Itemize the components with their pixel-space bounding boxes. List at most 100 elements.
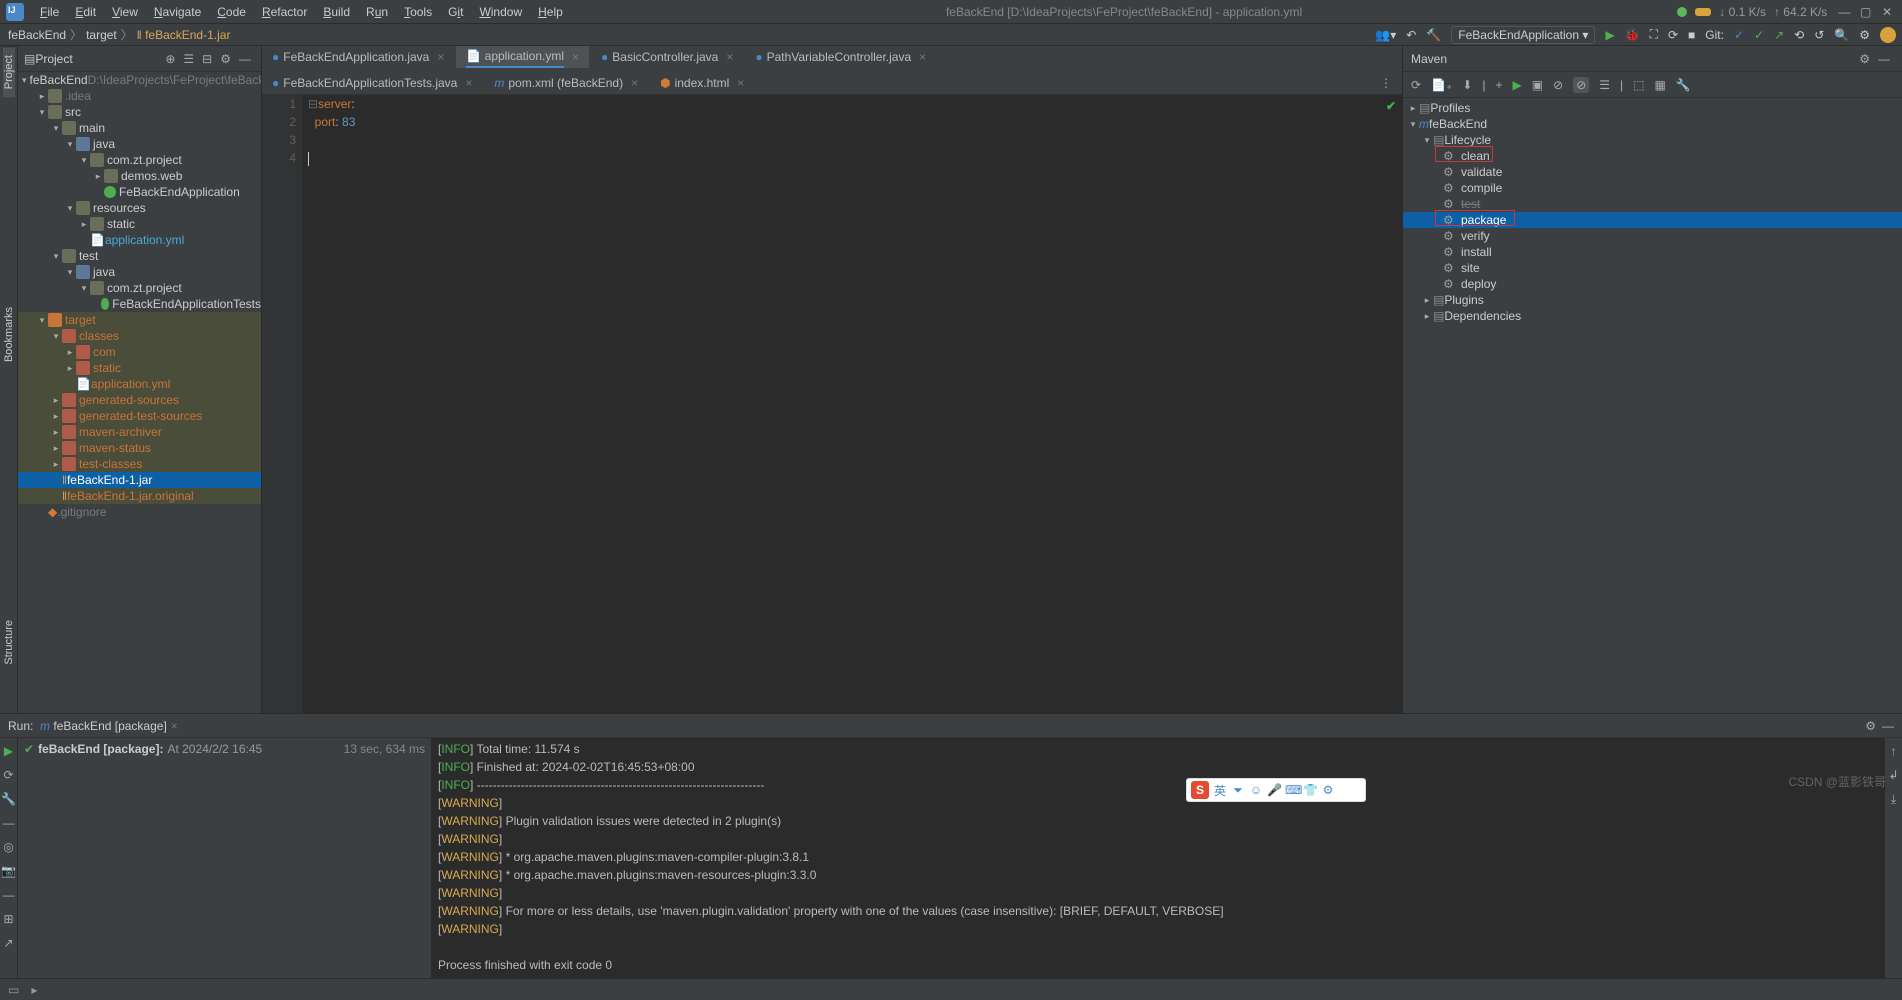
run-tab[interactable]: feBackEnd [package] (53, 719, 166, 733)
coverage-button[interactable]: ⛶ (1650, 27, 1658, 42)
wrench-icon[interactable]: 🔧 (1, 792, 16, 806)
menu-git[interactable]: Git (440, 5, 471, 19)
menu-window[interactable]: Window (471, 5, 530, 19)
ime-bar[interactable]: S 英⏷☺🎤⌨👕⚙ (1186, 778, 1366, 802)
code-area[interactable]: ⊟server: port: 83 (302, 95, 1402, 713)
run-maven-icon[interactable]: ▶ (1513, 78, 1522, 92)
run-settings-icon[interactable]: ⚙ (1859, 719, 1882, 733)
rerun-icon[interactable]: ▶ (4, 744, 13, 758)
project-tree[interactable]: ▾feBackEnd D:\IdeaProjects\FeProject\feB… (18, 72, 261, 713)
layout-icon[interactable]: ⊞ (3, 912, 13, 926)
tab-menu-icon[interactable]: ⋮ (1370, 72, 1402, 94)
tab-pathvar[interactable]: ●PathVariableController.java× (745, 46, 936, 68)
run-tab-close[interactable]: × (171, 719, 178, 733)
filter-icon[interactable]: ◎ (3, 840, 13, 854)
menu-file[interactable]: File (32, 5, 67, 19)
generate-icon[interactable]: 📄₊ (1431, 78, 1452, 92)
minimize-button[interactable]: — (1835, 5, 1853, 19)
skip-tests-icon[interactable]: ⊘ (1573, 77, 1589, 93)
scroll-top-icon[interactable]: ↑ (1891, 744, 1897, 758)
runconfig-selector[interactable]: FeBackEndApplication ▾ (1451, 26, 1595, 44)
show-deps-icon[interactable]: ⬚ (1633, 78, 1644, 92)
bookmarks-tool-button[interactable]: Bookmarks (3, 299, 15, 370)
window-title: feBackEnd [D:\IdeaProjects\FeProject\feB… (571, 5, 1677, 19)
debug-button[interactable]: 🐞 (1625, 28, 1640, 42)
menu-view[interactable]: View (104, 5, 146, 19)
bc-root[interactable]: feBackEnd (6, 28, 68, 42)
menu-build[interactable]: Build (315, 5, 358, 19)
maven-tree[interactable]: ▸▤ Profiles ▾m feBackEnd ▾▤ Lifecycle ⚙c… (1403, 98, 1902, 713)
project-tool-button[interactable]: Project (3, 46, 15, 97)
run-panel: Run: m feBackEnd [package] × ⚙ — ▶ ⟳ 🔧 —… (0, 713, 1902, 978)
git-update-icon[interactable]: ✓ (1734, 28, 1744, 42)
structure-tool-button[interactable]: Structure (3, 612, 15, 673)
maven-package-item: ⚙package (1403, 212, 1902, 228)
settings-icon[interactable]: ⚙ (1859, 28, 1870, 42)
hide-icon[interactable]: — (235, 52, 255, 66)
net-up: ↑ 64.2 K/s (1774, 5, 1827, 19)
status-run-icon[interactable]: ▭ (8, 983, 19, 997)
maven-settings-icon[interactable]: ⚙ (1855, 52, 1874, 66)
gear-icon[interactable]: ⚙ (216, 52, 235, 66)
back-icon[interactable]: ↶ (1406, 28, 1416, 42)
refresh-icon[interactable]: ⟳ (1411, 78, 1421, 92)
softwrap-icon[interactable]: ↲ (1888, 768, 1898, 782)
add-icon[interactable]: + (1496, 78, 1503, 92)
project-panel: ▤ Project ⊕ ☰ ⊟ ⚙ — ▾feBackEnd D:\IdeaPr… (18, 46, 262, 713)
maven-title: Maven (1411, 52, 1447, 66)
console-output[interactable]: [INFO] Total time: 11.574 s[INFO] Finish… (432, 738, 1884, 978)
git-push-icon[interactable]: ↗ (1774, 28, 1784, 42)
maven-hide-icon[interactable]: — (1874, 52, 1894, 66)
tab-yml[interactable]: 📄 application.yml× (456, 46, 589, 68)
download-icon[interactable]: ⬇ (1462, 78, 1472, 92)
folder-icon: ▤ (24, 52, 35, 66)
menu-help[interactable]: Help (530, 5, 571, 19)
run-hide-icon[interactable]: — (1882, 719, 1894, 733)
flatten-icon[interactable]: ☰ (179, 52, 198, 66)
git-commit-icon[interactable]: ✓ (1754, 28, 1764, 42)
stop-button[interactable]: ■ (1688, 28, 1695, 42)
run-button[interactable]: ▶ (1605, 28, 1614, 42)
git-history-icon[interactable]: ⟲ (1794, 28, 1804, 42)
git-revert-icon[interactable]: ↺ (1814, 28, 1824, 42)
maven-toolbar: ⟳ 📄₊ ⬇ | + ▶ ▣ ⊘ ⊘ ☰ | ⬚ ▦ 🔧 (1403, 72, 1902, 98)
dump-icon[interactable]: 📷 (1, 864, 16, 878)
locate-icon[interactable]: ⊕ (161, 52, 179, 66)
tab-basic[interactable]: ●BasicController.java× (591, 46, 743, 68)
stop-icon[interactable]: ⟳ (3, 768, 13, 782)
wrench-icon[interactable]: 🔧 (1676, 78, 1691, 92)
tab-pom[interactable]: m pom.xml (feBackEnd)× (484, 72, 648, 94)
tab-index[interactable]: ⬢ index.html× (650, 72, 754, 94)
pin-icon[interactable]: ↗ (3, 936, 13, 950)
editor[interactable]: 1234 ⊟server: port: 83 ✔ (262, 95, 1402, 713)
execute-icon[interactable]: ▣ (1532, 78, 1543, 92)
run-configs: ✔ feBackEnd [package]: At 2024/2/2 16:45… (18, 738, 432, 978)
bc-target[interactable]: target (84, 28, 119, 42)
toggle-offline-icon[interactable]: ⊘ (1553, 78, 1563, 92)
menu-tools[interactable]: Tools (396, 5, 440, 19)
tab-app[interactable]: ●FeBackEndApplication.java× (262, 46, 454, 68)
scroll-end-icon[interactable]: ⤓ (1891, 792, 1896, 807)
menu-run[interactable]: Run (358, 5, 396, 19)
menu-code[interactable]: Code (209, 5, 254, 19)
run-toolbar: ▶ ⟳ 🔧 — ◎ 📷 — ⊞ ↗ (0, 738, 18, 978)
user-avatar[interactable] (1880, 27, 1896, 43)
editor-tabs: ●FeBackEndApplication.java× 📄 applicatio… (262, 46, 1402, 95)
collapse-all-icon[interactable]: ☰ (1599, 78, 1610, 92)
menu-navigate[interactable]: Navigate (146, 5, 209, 19)
people-icon[interactable]: 👥▾ (1375, 28, 1396, 42)
maximize-button[interactable]: ▢ (1857, 5, 1875, 19)
collapse-icon[interactable]: ⊟ (198, 52, 216, 66)
close-button[interactable]: ✕ (1878, 5, 1896, 19)
search-icon[interactable]: 🔍 (1834, 28, 1849, 42)
tab-apptests[interactable]: ●FeBackEndApplicationTests.java× (262, 72, 482, 94)
hammer-icon[interactable]: 🔨 (1426, 28, 1441, 42)
sogou-icon: S (1191, 781, 1209, 799)
menu-edit[interactable]: Edit (67, 5, 104, 19)
show-diag-icon[interactable]: ▦ (1654, 78, 1665, 92)
profiler-button[interactable]: ⟳ (1668, 28, 1678, 42)
git-label: Git: (1705, 28, 1724, 42)
bc-jar[interactable]: ‖ feBackEnd-1.jar (135, 28, 233, 42)
watermark: CSDN @蓝影铁哥 (1788, 773, 1886, 790)
menu-refactor[interactable]: Refactor (254, 5, 315, 19)
